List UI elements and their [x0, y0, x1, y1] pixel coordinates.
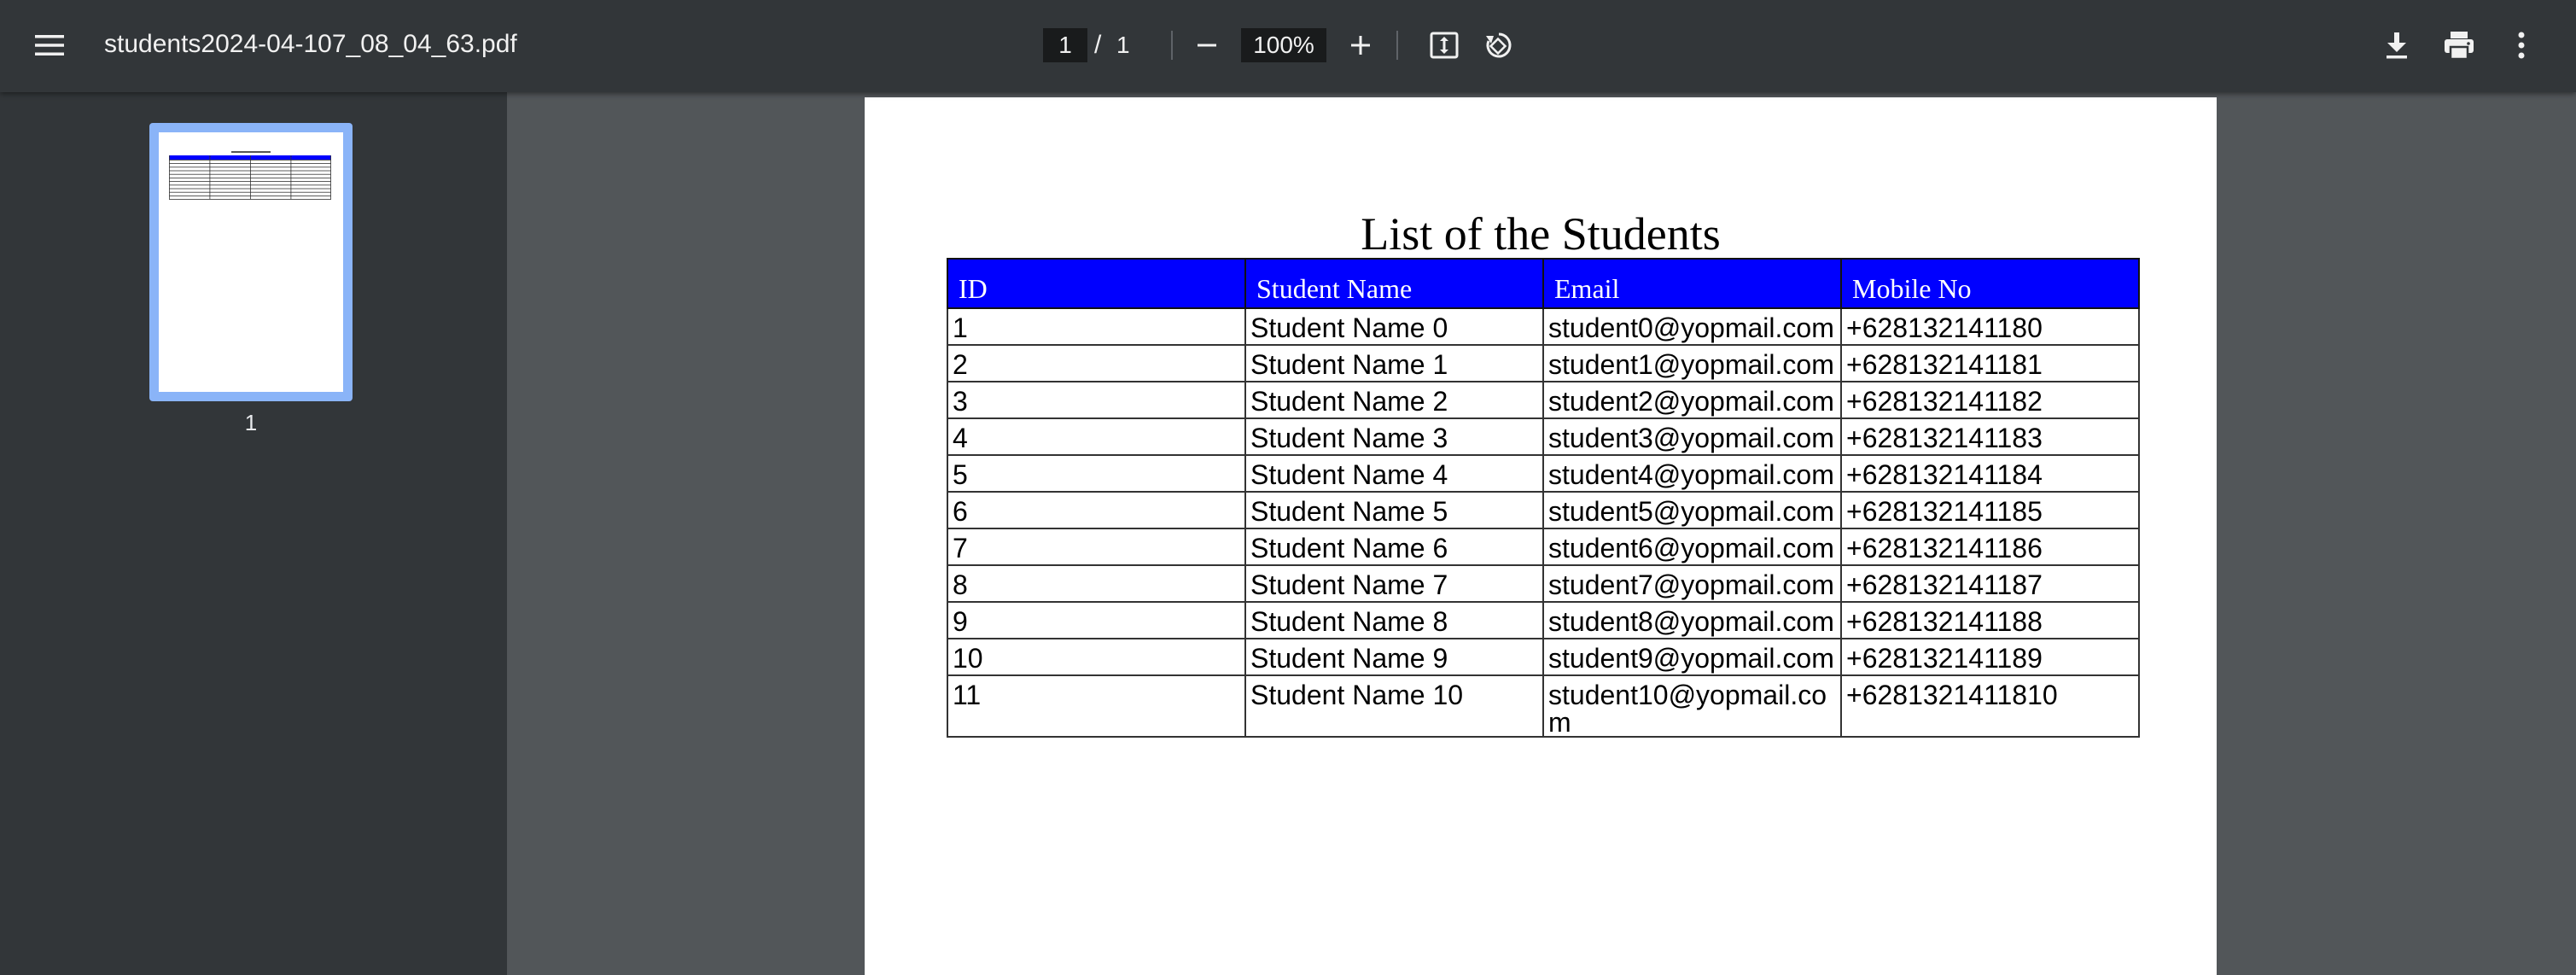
thumbnail-row-line	[169, 199, 331, 200]
table-row: 11 Student Name 10 student10@yopmail.com +6…	[947, 674, 2140, 738]
cell-student-name: Student Name 4	[1244, 454, 1544, 493]
column-header: Email	[1542, 258, 1842, 309]
cell-email: student1@yopmail.com	[1542, 344, 1842, 382]
cell-email: student3@yopmail.com	[1542, 417, 1842, 456]
cell-student-name: Student Name 1	[1244, 344, 1544, 382]
cell-mobile: +628132141180	[1840, 307, 2140, 346]
cell-mobile: +628132141181	[1840, 344, 2140, 382]
cell-id: 8	[947, 564, 1246, 603]
cell-id: 4	[947, 417, 1246, 456]
rotate-button[interactable]	[1475, 21, 1523, 69]
cell-mobile: +6281321411810	[1840, 674, 2140, 738]
cell-student-name: Student Name 3	[1244, 417, 1544, 456]
cell-student-name: Student Name 0	[1244, 307, 1544, 346]
table-row: 3 Student Name 2 student2@yopmail.com +6281…	[947, 381, 2140, 419]
toolbar-divider	[1171, 31, 1173, 60]
print-button[interactable]	[2435, 21, 2483, 69]
table-row: 8 Student Name 7 student7@yopmail.com +6281…	[947, 564, 2140, 603]
cell-id: 10	[947, 638, 1246, 676]
pdf-toolbar: students2024-04-107_08_04_63.pdf / 1	[0, 0, 2576, 92]
cell-email: student2@yopmail.com	[1542, 381, 1842, 419]
cell-mobile: +628132141188	[1840, 601, 2140, 639]
document-title: students2024-04-107_08_04_63.pdf	[104, 30, 517, 58]
cell-email: student6@yopmail.com	[1542, 528, 1842, 566]
thumbnail-column-line	[330, 155, 331, 200]
cell-email: student9@yopmail.com	[1542, 638, 1842, 676]
zoom-in-button[interactable]	[1337, 21, 1384, 69]
cell-id: 5	[947, 454, 1246, 493]
column-header: Student Name	[1244, 258, 1544, 309]
pdf-page: List of the Students ID Student Name Ema…	[865, 97, 2217, 975]
toolbar-divider	[1396, 31, 1398, 60]
thumbnail-sidebar: 1	[0, 92, 507, 975]
page-thumbnail[interactable]	[149, 123, 353, 401]
thumbnail-preview-image	[169, 151, 331, 200]
table-row: 5 Student Name 4 student4@yopmail.com +6281…	[947, 454, 2140, 493]
cell-student-name: Student Name 8	[1244, 601, 1544, 639]
cell-email: student8@yopmail.com	[1542, 601, 1842, 639]
table-row: 2 Student Name 1 student1@yopmail.com +6281…	[947, 344, 2140, 382]
cell-mobile: +628132141182	[1840, 381, 2140, 419]
cell-mobile: +628132141187	[1840, 564, 2140, 603]
cell-mobile: +628132141183	[1840, 417, 2140, 456]
menu-icon	[35, 35, 64, 55]
cell-id: 3	[947, 381, 1246, 419]
thumbnail-page-number: 1	[244, 410, 258, 435]
fit-page-icon	[1430, 32, 1459, 59]
more-actions-button[interactable]	[2497, 21, 2545, 69]
page-separator: /	[1094, 31, 1102, 59]
cell-student-name: Student Name 6	[1244, 528, 1544, 566]
plus-icon	[1351, 36, 1370, 55]
column-header: Mobile No	[1840, 258, 2140, 309]
cell-mobile: +628132141186	[1840, 528, 2140, 566]
cell-email: student10@yopmail.com	[1542, 674, 1842, 738]
cell-email: student0@yopmail.com	[1542, 307, 1842, 346]
table-row: 1 Student Name 0 student0@yopmail.com +6281…	[947, 307, 2140, 346]
more-vert-icon	[2518, 32, 2525, 59]
thumbnail-column-line	[169, 155, 170, 200]
total-pages: 1	[1116, 32, 1130, 58]
table-row: 4 Student Name 3 student3@yopmail.com +6281…	[947, 417, 2140, 456]
page-number-input[interactable]	[1043, 28, 1087, 62]
cell-id: 6	[947, 491, 1246, 529]
students-table: ID Student Name Email Mobile No 1 Student…	[947, 258, 2140, 738]
column-header: ID	[947, 258, 1246, 309]
minus-icon	[1198, 44, 1216, 47]
rotate-icon	[1486, 32, 1512, 58]
print-icon	[2445, 32, 2474, 61]
zoom-out-button[interactable]	[1183, 21, 1231, 69]
cell-email: student7@yopmail.com	[1542, 564, 1842, 603]
thumbnail-page-preview	[159, 132, 343, 392]
cell-mobile: +628132141189	[1840, 638, 2140, 676]
document-viewer[interactable]: List of the Students ID Student Name Ema…	[507, 92, 2576, 975]
thumbnail-column-line	[250, 155, 251, 200]
table-row: 10 Student Name 9 student9@yopmail.com +628…	[947, 638, 2140, 676]
table-header-row: ID Student Name Email Mobile No	[947, 258, 2140, 309]
thumbnail-column-line	[290, 155, 292, 200]
cell-mobile: +628132141184	[1840, 454, 2140, 493]
cell-id: 2	[947, 344, 1246, 382]
cell-student-name: Student Name 7	[1244, 564, 1544, 603]
fit-to-page-button[interactable]	[1420, 21, 1468, 69]
table-row: 6 Student Name 5 student5@yopmail.com +6281…	[947, 491, 2140, 529]
download-button[interactable]	[2373, 21, 2421, 69]
cell-email: student5@yopmail.com	[1542, 491, 1842, 529]
cell-id: 7	[947, 528, 1246, 566]
table-row: 9 Student Name 8 student8@yopmail.com +6281…	[947, 601, 2140, 639]
cell-student-name: Student Name 9	[1244, 638, 1544, 676]
menu-button[interactable]	[26, 21, 73, 69]
table-row: 7 Student Name 6 student6@yopmail.com +6281…	[947, 528, 2140, 566]
cell-student-name: Student Name 10	[1244, 674, 1544, 738]
cell-email: student4@yopmail.com	[1542, 454, 1842, 493]
cell-student-name: Student Name 5	[1244, 491, 1544, 529]
thumbnail-column-line	[209, 155, 211, 200]
cell-student-name: Student Name 2	[1244, 381, 1544, 419]
zoom-level-input[interactable]	[1241, 28, 1326, 62]
cell-id: 11	[947, 674, 1246, 738]
pdf-heading: List of the Students	[1361, 208, 1721, 260]
cell-id: 9	[947, 601, 1246, 639]
cell-id: 1	[947, 307, 1246, 346]
download-icon	[2387, 32, 2407, 59]
cell-mobile: +628132141185	[1840, 491, 2140, 529]
